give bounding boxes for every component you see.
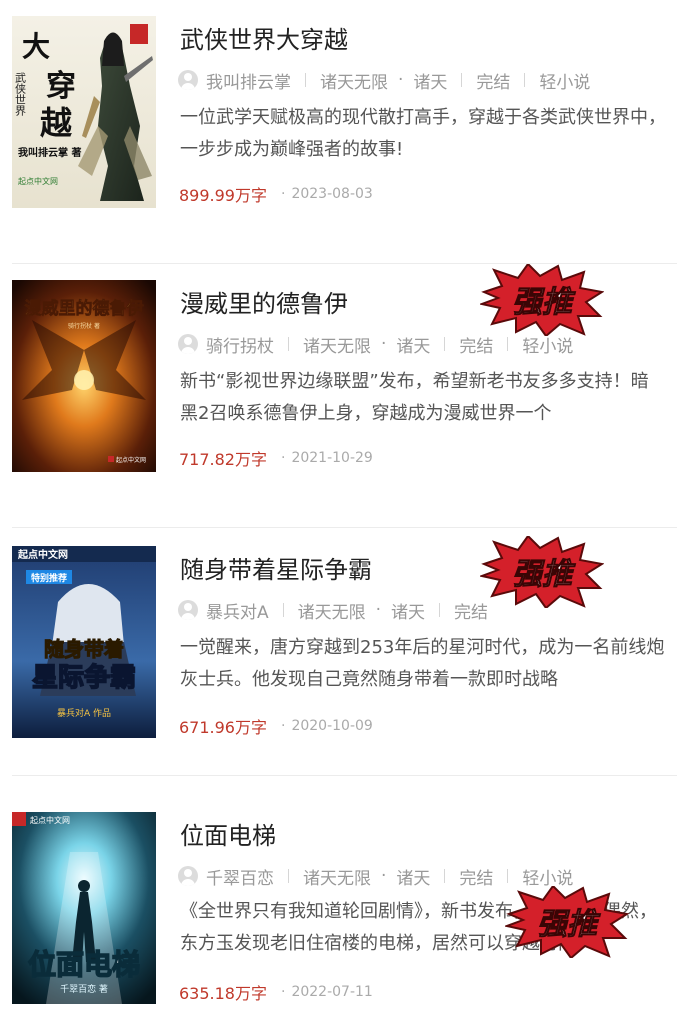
recommend-badge: 强推 bbox=[480, 264, 604, 336]
word-count: 717.82万字 bbox=[179, 450, 267, 469]
book-subcategory[interactable]: 诸天 bbox=[396, 864, 430, 889]
cover-image: 漫威里的德鲁伊 骑行拐杖 著 起点中文网 bbox=[12, 280, 156, 472]
update-date: 2022-07-11 bbox=[281, 984, 372, 1000]
book-cover[interactable]: 漫威里的德鲁伊 骑行拐杖 著 起点中文网 bbox=[12, 280, 156, 472]
meta-divider bbox=[461, 73, 463, 87]
book-category[interactable]: 诸天无限 bbox=[320, 68, 388, 93]
cover-title-char: 穿 bbox=[46, 69, 76, 104]
recommend-badge: 强推 bbox=[505, 886, 629, 958]
badge-text: 强推 bbox=[512, 285, 576, 320]
badge-text: 强推 bbox=[537, 907, 601, 942]
book-category[interactable]: 诸天无限 bbox=[303, 864, 371, 889]
author-avatar-icon bbox=[178, 600, 198, 620]
author-name[interactable]: 骑行拐杖 bbox=[206, 332, 274, 357]
book-tag[interactable]: 轻小说 bbox=[539, 68, 590, 93]
book-category[interactable]: 诸天无限 bbox=[303, 332, 371, 357]
meta-divider bbox=[507, 337, 509, 351]
cover-author: 我叫排云掌 著 bbox=[18, 146, 81, 159]
author-avatar-icon bbox=[178, 334, 198, 354]
book-stats: 671.96万字 2020-10-09 bbox=[179, 714, 373, 738]
author-name[interactable]: 我叫排云掌 bbox=[206, 68, 291, 93]
word-count: 635.18万字 bbox=[179, 984, 267, 1003]
update-date: 2023-08-03 bbox=[281, 186, 372, 202]
meta-divider bbox=[439, 603, 441, 617]
book-stats: 635.18万字 2022-07-11 bbox=[179, 980, 373, 1004]
book-subcategory[interactable]: 诸天 bbox=[396, 332, 430, 357]
meta-divider bbox=[288, 337, 289, 351]
book-cover[interactable]: 起点中文网 位面电梯 千翠百恋 著 bbox=[12, 812, 156, 1004]
meta-divider bbox=[282, 603, 284, 617]
book-meta: 暴兵对A 诸天无限 · 诸天 完结 bbox=[178, 598, 488, 623]
cover-title-char: 越 bbox=[40, 104, 73, 142]
book-item[interactable]: 起点中文网 位面电梯 千翠百恋 著 位面电梯 千翠百恋 诸天无限 · 诸天 完结… bbox=[0, 776, 677, 1024]
book-cover[interactable]: 大 穿 越 武侠世界 我叫排云掌 著 起点中文网 bbox=[12, 16, 156, 208]
cover-author: 暴兵对A 作品 bbox=[57, 707, 111, 719]
book-subcategory[interactable]: 诸天 bbox=[391, 598, 425, 623]
cover-publisher: 起点中文网 bbox=[116, 456, 146, 464]
meta-dot: · bbox=[375, 600, 382, 620]
book-description: 一觉醒来，唐方穿越到253年后的星河时代，成为一名前线炮灰士兵。他发现自己竟然随… bbox=[180, 637, 665, 690]
book-title[interactable]: 漫威里的德鲁伊 bbox=[180, 288, 348, 320]
word-count: 671.96万字 bbox=[179, 718, 267, 737]
meta-divider bbox=[288, 869, 289, 883]
book-tag[interactable]: 轻小说 bbox=[522, 864, 573, 889]
book-item[interactable]: 大 穿 越 武侠世界 我叫排云掌 著 起点中文网 武侠世界大穿越 我叫排云掌 诸… bbox=[0, 0, 677, 264]
cover-publisher: 起点中文网 bbox=[17, 548, 68, 561]
meta-dot: · bbox=[398, 70, 404, 90]
cover-publisher: 起点中文网 bbox=[30, 815, 70, 825]
cover-tag: 特别推荐 bbox=[31, 572, 67, 584]
book-title[interactable]: 位面电梯 bbox=[180, 820, 276, 852]
book-title[interactable]: 武侠世界大穿越 bbox=[180, 24, 348, 56]
author-name[interactable]: 千翠百恋 bbox=[206, 864, 274, 889]
cover-publisher: 起点中文网 bbox=[18, 176, 58, 186]
cover-subtitle: 武侠世界 bbox=[14, 72, 27, 117]
update-date: 2020-10-09 bbox=[281, 718, 372, 734]
cover-author: 骑行拐杖 著 bbox=[68, 322, 100, 330]
book-stats: 717.82万字 2021-10-29 bbox=[179, 446, 373, 470]
book-status: 完结 bbox=[459, 868, 494, 889]
meta-divider bbox=[507, 869, 509, 883]
meta-divider bbox=[524, 73, 526, 87]
book-cover[interactable]: 起点中文网 特别推荐 随身带着 星际争霸 暴兵对A 作品 bbox=[12, 546, 156, 738]
update-date: 2021-10-29 bbox=[281, 450, 372, 466]
meta-divider bbox=[444, 869, 446, 883]
cover-title-char: 大 bbox=[22, 30, 50, 63]
cover-author: 千翠百恋 著 bbox=[60, 983, 108, 995]
book-item[interactable]: 起点中文网 特别推荐 随身带着 星际争霸 暴兵对A 作品 随身带着星际争霸 暴兵… bbox=[0, 512, 677, 776]
meta-divider bbox=[305, 73, 306, 87]
meta-dot: · bbox=[381, 866, 387, 886]
book-description: 新书“影视世界边缘联盟”发布，希望新老书友多多支持！暗黑2召唤系德鲁伊上身，穿越… bbox=[180, 371, 649, 424]
book-stats: 899.99万字 2023-08-03 bbox=[179, 182, 373, 206]
book-item[interactable]: 漫威里的德鲁伊 骑行拐杖 著 起点中文网 漫威里的德鲁伊 骑行拐杖 诸天无限 ·… bbox=[0, 264, 677, 528]
cover-image: 起点中文网 特别推荐 随身带着 星际争霸 暴兵对A 作品 bbox=[12, 546, 156, 738]
cover-title: 漫威里的德鲁伊 bbox=[25, 298, 144, 319]
book-meta: 千翠百恋 诸天无限 · 诸天 完结 轻小说 bbox=[178, 864, 573, 889]
cover-image: 起点中文网 位面电梯 千翠百恋 著 bbox=[12, 812, 156, 1004]
cover-title: 星际争霸 bbox=[32, 663, 136, 693]
badge-text: 强推 bbox=[512, 557, 576, 592]
cover-title: 位面电梯 bbox=[28, 948, 140, 981]
cover-title: 随身带着 bbox=[44, 637, 124, 661]
book-subcategory[interactable]: 诸天 bbox=[413, 68, 447, 93]
cover-image: 大 穿 越 武侠世界 我叫排云掌 著 起点中文网 bbox=[12, 16, 156, 208]
meta-divider bbox=[444, 337, 446, 351]
author-name[interactable]: 暴兵对A bbox=[206, 598, 269, 623]
author-avatar-icon bbox=[178, 70, 198, 90]
book-title[interactable]: 随身带着星际争霸 bbox=[180, 554, 372, 586]
recommend-badge: 强推 bbox=[480, 536, 604, 608]
book-meta: 我叫排云掌 诸天无限 · 诸天 完结 轻小说 bbox=[178, 68, 590, 93]
author-avatar-icon bbox=[178, 866, 198, 886]
book-category[interactable]: 诸天无限 bbox=[298, 598, 366, 623]
book-description: 一位武学天赋极高的现代散打高手，穿越于各类武侠世界中，一步步成为巅峰强者的故事! bbox=[180, 107, 666, 160]
meta-dot: · bbox=[381, 334, 387, 354]
book-status: 完结 bbox=[476, 72, 511, 93]
word-count: 899.99万字 bbox=[179, 186, 267, 205]
